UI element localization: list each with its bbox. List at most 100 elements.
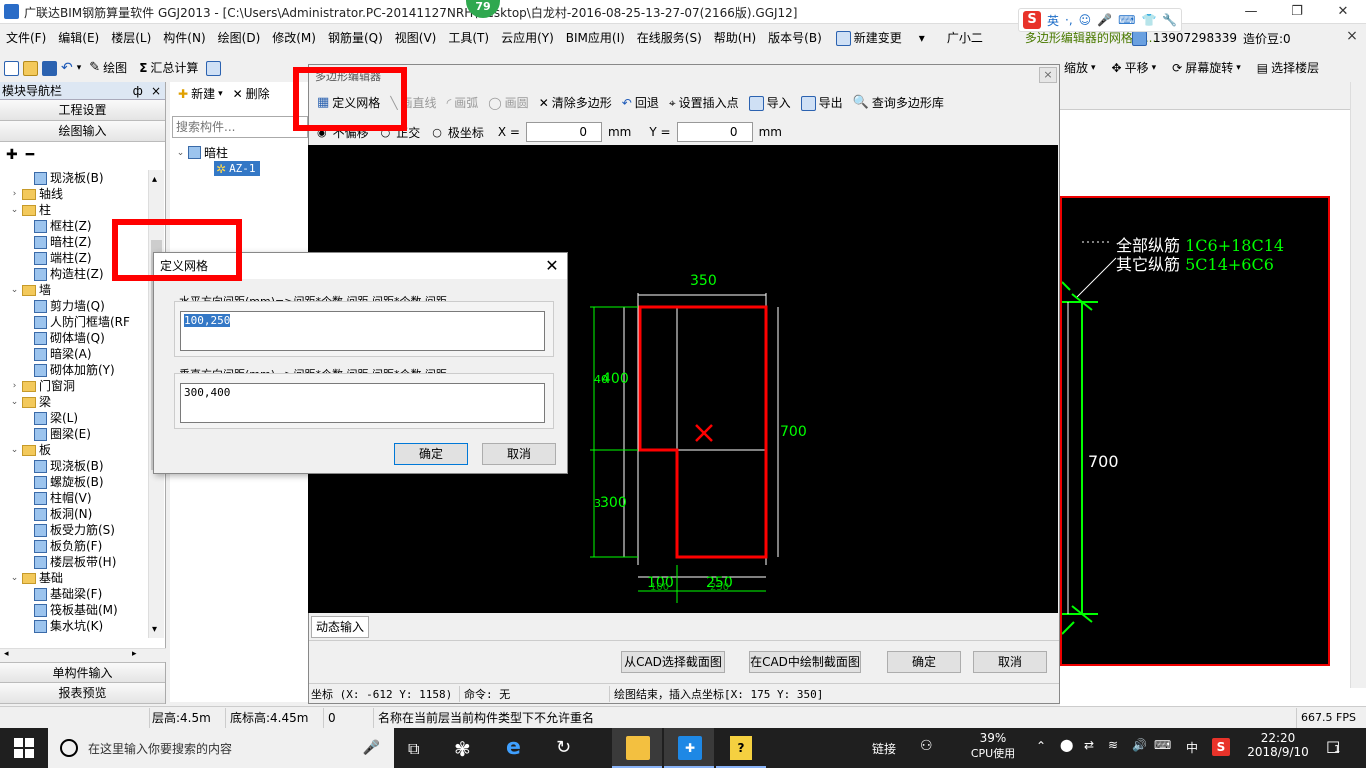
tree-node[interactable]: 筏板基础(M) — [0, 602, 148, 618]
keyboard-icon[interactable]: ⌨ — [1118, 13, 1135, 27]
main-cad-view[interactable]: 全部纵筋 1C6+18C14 其它纵筋 5C14+6C6 700 — [1060, 196, 1330, 666]
ime-mode[interactable]: 英 — [1047, 12, 1059, 29]
sum-calc-button[interactable]: Σ 汇总计算 — [135, 57, 202, 79]
menu-item-1[interactable]: 编辑(E) — [52, 26, 105, 50]
tray-expand-icon[interactable]: ⌃ — [1036, 739, 1046, 753]
close-document-icon[interactable]: × — [1342, 28, 1362, 48]
taskbar-app-help[interactable]: ? — [716, 728, 766, 768]
tree-node[interactable]: 圈梁(E) — [0, 426, 148, 442]
tree-node[interactable]: 柱帽(V) — [0, 490, 148, 506]
menu-item-9[interactable]: 云应用(Y) — [495, 26, 560, 50]
new-change-button[interactable]: 新建变更 ▾ — [832, 27, 929, 49]
delete-component-button[interactable]: ✕ 删除 — [229, 83, 274, 105]
minimize-icon[interactable]: — — [1228, 0, 1274, 24]
mic-icon[interactable]: 🎤 — [1097, 13, 1112, 27]
wifi-icon[interactable]: ≋ — [1108, 738, 1118, 752]
rotate-button[interactable]: ⟳ 屏幕旋转 ▾ — [1168, 57, 1245, 79]
menu-item-7[interactable]: 视图(V) — [389, 26, 443, 50]
tree-node[interactable]: 砌体加筋(Y) — [0, 362, 148, 378]
grid-ok-button[interactable]: 确定 — [394, 443, 468, 465]
tree-node[interactable]: ⌄ 柱 — [0, 202, 148, 218]
edge-icon[interactable]: e — [506, 735, 521, 760]
grid-cancel-button[interactable]: 取消 — [482, 443, 556, 465]
input-lang[interactable]: 中 — [1186, 739, 1198, 756]
tree-node[interactable]: 集水坑(K) — [0, 618, 148, 634]
tree-toggle-icon[interactable]: ⌄ — [10, 442, 19, 458]
tree-node[interactable]: 楼层板带(H) — [0, 554, 148, 570]
tools-icon[interactable]: 🔧 — [1162, 13, 1177, 27]
import-button[interactable]: 导入 — [745, 92, 795, 114]
menu-item-0[interactable]: 文件(F) — [0, 26, 52, 50]
draw-in-cad-button[interactable]: 在CAD中绘制截面图 — [749, 651, 861, 673]
user-name[interactable]: 广小二 — [941, 26, 989, 50]
report-preview-button[interactable]: 报表预览 — [0, 683, 165, 704]
zoom-button[interactable]: 缩放 ▾ — [1060, 57, 1100, 79]
nav-close-icon[interactable]: × — [151, 82, 161, 100]
taskbar-search-box[interactable]: 在这里输入你要搜索的内容 🎤 — [48, 728, 394, 768]
taskbar-app-notes[interactable] — [612, 728, 662, 768]
menu-item-11[interactable]: 在线服务(S) — [631, 26, 708, 50]
tree-node[interactable]: 板负筋(F) — [0, 538, 148, 554]
new-component-button[interactable]: ✚ 新建 ▾ — [174, 83, 227, 105]
cost-bean[interactable]: 造价豆:0 — [1243, 30, 1291, 47]
undo-icon[interactable]: ↶ — [61, 60, 73, 76]
tree-node[interactable]: 基础梁(F) — [0, 586, 148, 602]
tree-node[interactable]: 现浇板(B) — [0, 458, 148, 474]
menu-item-8[interactable]: 工具(T) — [442, 26, 495, 50]
open-file-icon[interactable] — [23, 60, 38, 76]
tree-item-az1[interactable]: ✲ AZ-1 — [214, 161, 260, 176]
cpu-usage[interactable]: 39% CPU使用 — [958, 731, 1028, 761]
menu-item-3[interactable]: 构件(N) — [157, 26, 211, 50]
tree-toggle-icon[interactable]: ⌄ — [10, 202, 19, 218]
close-icon[interactable]: ✕ — [1320, 0, 1366, 24]
tree-toggle-icon[interactable]: › — [10, 186, 19, 202]
main-vscroll[interactable] — [1350, 82, 1366, 688]
drawing-input-button[interactable]: 绘图输入 — [0, 121, 165, 142]
clock[interactable]: 22:20 2018/9/10 — [1240, 731, 1316, 759]
microphone-icon[interactable]: 🎤 — [363, 740, 380, 756]
draw-arc-button[interactable]: ◜ 画弧 — [443, 92, 483, 114]
y-input[interactable]: 0 — [676, 122, 753, 142]
pan-button[interactable]: ✥ 平移 ▾ — [1108, 57, 1161, 79]
vert-spacing-input[interactable]: 300,400 — [180, 383, 545, 423]
tree-toggle-icon[interactable]: ⌄ — [10, 570, 19, 586]
tree-hscroll[interactable]: ◂ ▸ — [0, 648, 166, 662]
menu-item-12[interactable]: 帮助(H) — [708, 26, 762, 50]
draw-button[interactable]: ✎ 绘图 — [85, 57, 131, 79]
action-center[interactable]: ☐ 1 — [1324, 736, 1348, 760]
tree-node[interactable]: 砌体墙(Q) — [0, 330, 148, 346]
skin-icon[interactable]: 👕 — [1141, 13, 1156, 27]
fan-app-icon[interactable]: ✾ — [454, 737, 471, 761]
menu-item-13[interactable]: 版本号(B) — [762, 26, 828, 50]
start-windows-icon[interactable] — [14, 738, 34, 758]
tree-node[interactable]: 螺旋板(B) — [0, 474, 148, 490]
save-icon[interactable] — [42, 60, 57, 76]
new-file-icon[interactable] — [4, 60, 19, 76]
tree-node[interactable]: 现浇板(B) — [0, 170, 148, 186]
draw-circle-button[interactable]: ◯ 画圆 — [484, 92, 532, 114]
tray-sync-icon[interactable]: ⇄ — [1084, 738, 1094, 752]
people-icon[interactable]: ⚇ — [920, 738, 933, 754]
undo-button[interactable]: ↶ 回退 — [618, 92, 663, 114]
poly-cancel-button[interactable]: 取消 — [973, 651, 1047, 673]
tree-node[interactable]: 板洞(N) — [0, 506, 148, 522]
tree-node[interactable]: › 轴线 — [0, 186, 148, 202]
x-input[interactable]: 0 — [525, 122, 602, 142]
set-insert-point-button[interactable]: ⌖ 设置插入点 — [665, 92, 743, 114]
pin-icon[interactable]: ф — [133, 82, 143, 100]
expand-all-icon[interactable]: ✚ — [6, 147, 18, 163]
volume-icon[interactable]: 🔊 — [1132, 738, 1147, 752]
export-button[interactable]: 导出 — [797, 92, 847, 114]
menu-item-10[interactable]: BIM应用(I) — [560, 26, 631, 50]
tree-toggle-icon[interactable]: ⌄ — [10, 394, 19, 410]
component-search-input[interactable] — [172, 116, 308, 138]
keyboard-tray-icon[interactable]: ⌨ — [1154, 738, 1171, 752]
query-library-button[interactable]: 🔍 查询多边形库 — [849, 92, 948, 114]
tree-group-anzhu[interactable]: ⌄ 暗柱 — [176, 144, 228, 161]
tree-toggle-icon[interactable]: ⌄ — [10, 282, 19, 298]
tray-link[interactable]: 链接 — [872, 740, 896, 757]
project-settings-button[interactable]: 工程设置 — [0, 100, 165, 121]
menu-item-2[interactable]: 楼层(L) — [105, 26, 157, 50]
tree-node[interactable]: 剪力墙(Q) — [0, 298, 148, 314]
cloud-check-icon[interactable] — [206, 60, 222, 76]
